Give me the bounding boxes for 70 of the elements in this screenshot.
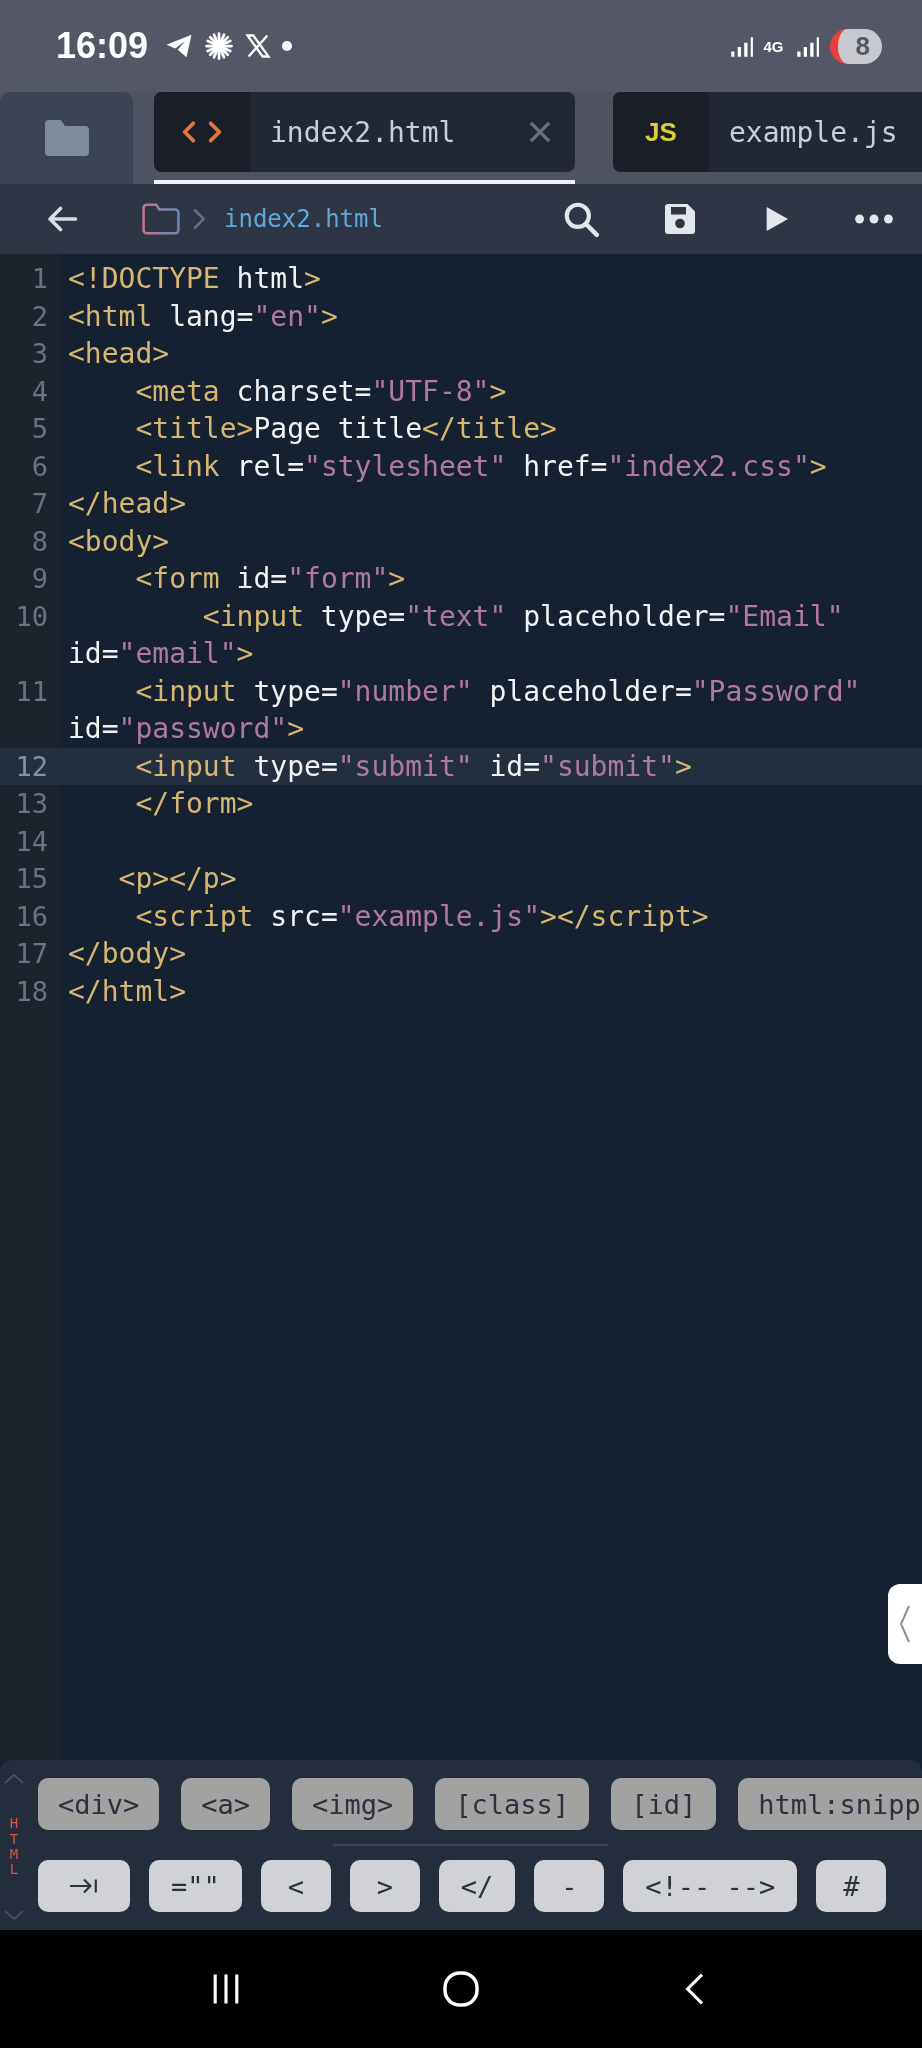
line-number: 7 [30,487,49,521]
code-line: <script src="example.js"></script> [134,898,710,935]
line-number: 13 [14,787,49,821]
breadcrumb-link[interactable]: index2.html [224,205,383,233]
line-number: 4 [30,374,49,409]
status-time: 16:09 [56,25,149,67]
line-number: 10 [14,599,49,634]
code-line: </html> [68,973,187,1010]
code-line: </form> [134,786,255,822]
snippet-key[interactable]: html:snipp [738,1778,922,1830]
line-number: 2 [30,299,49,334]
line-number: 14 [14,824,49,859]
line-number: 1 [30,262,49,296]
chevron-left-icon [899,1604,911,1644]
snippet-key[interactable]: <div> [38,1778,160,1830]
home-icon[interactable] [441,1969,481,2009]
more-icon[interactable] [854,213,894,225]
line-number: 8 [30,524,49,559]
file-tab[interactable]: index2.html [154,92,575,172]
line-number: 9 [30,562,49,596]
line-number: 6 [30,449,49,484]
keyboard-mode-label: HTML [8,1816,20,1878]
save-icon[interactable] [662,201,698,237]
code-line: <form id="form"> [134,561,407,597]
side-panel-handle[interactable] [888,1584,922,1664]
symbol-key[interactable]: </ [438,1860,516,1912]
code-line: <!DOCTYPE html> [68,261,322,297]
code-line: <title>Page title</title> [134,411,558,447]
js-label: JS [645,116,677,148]
symbol-key[interactable]: > [349,1860,420,1912]
symbol-key[interactable]: # [816,1860,887,1912]
starburst-icon [204,31,235,61]
snippet-key[interactable]: [id] [611,1778,717,1830]
snippet-key[interactable]: <a> [181,1778,271,1830]
code-line: <input type="number" placeholder="Password" id="password"> [68,673,862,747]
code-line: </head> [68,486,187,522]
snippet-key[interactable]: <img> [292,1778,414,1830]
battery-indicator: 8 [829,28,882,64]
tab-icon [69,1877,99,1895]
line-number: 18 [14,974,49,1009]
code-line: <body> [68,523,171,560]
files-button[interactable] [0,92,133,184]
line-number: 11 [14,674,49,709]
code-line: <input type="text" placeholder="Email" id="email"> [68,598,845,672]
close-icon[interactable] [527,119,553,145]
code-line: </body> [68,936,187,972]
code-line: <input type="submit" id="submit"> [134,748,693,785]
line-number: 16 [14,899,49,934]
code-line: <html lang="en"> [68,298,339,335]
tab-key[interactable] [38,1860,130,1912]
folder-icon[interactable] [142,203,180,235]
code-line: <meta charset="UTF-8"> [134,373,508,410]
dot-icon [282,41,293,51]
symbol-key[interactable]: ="" [149,1860,242,1912]
code-line: <p></p> [117,861,238,897]
symbol-key[interactable]: - [534,1860,605,1912]
line-number: 12 [14,749,49,784]
snippet-key[interactable]: [class] [435,1778,590,1830]
search-icon[interactable] [562,200,600,238]
file-tab[interactable]: JS example.js [613,92,922,172]
symbol-key[interactable]: <!-- --> [623,1860,798,1912]
symbol-key[interactable]: < [260,1860,331,1912]
line-number: 3 [30,337,49,371]
code-line: <head> [68,336,171,372]
network-label: 4G [763,37,784,55]
line-number: 17 [14,937,49,971]
x-logo-icon [244,32,273,60]
line-number: 15 [14,862,49,896]
line-number: 5 [30,412,49,446]
code-line: <link rel="stylesheet" href="index2.css"> [134,448,828,485]
